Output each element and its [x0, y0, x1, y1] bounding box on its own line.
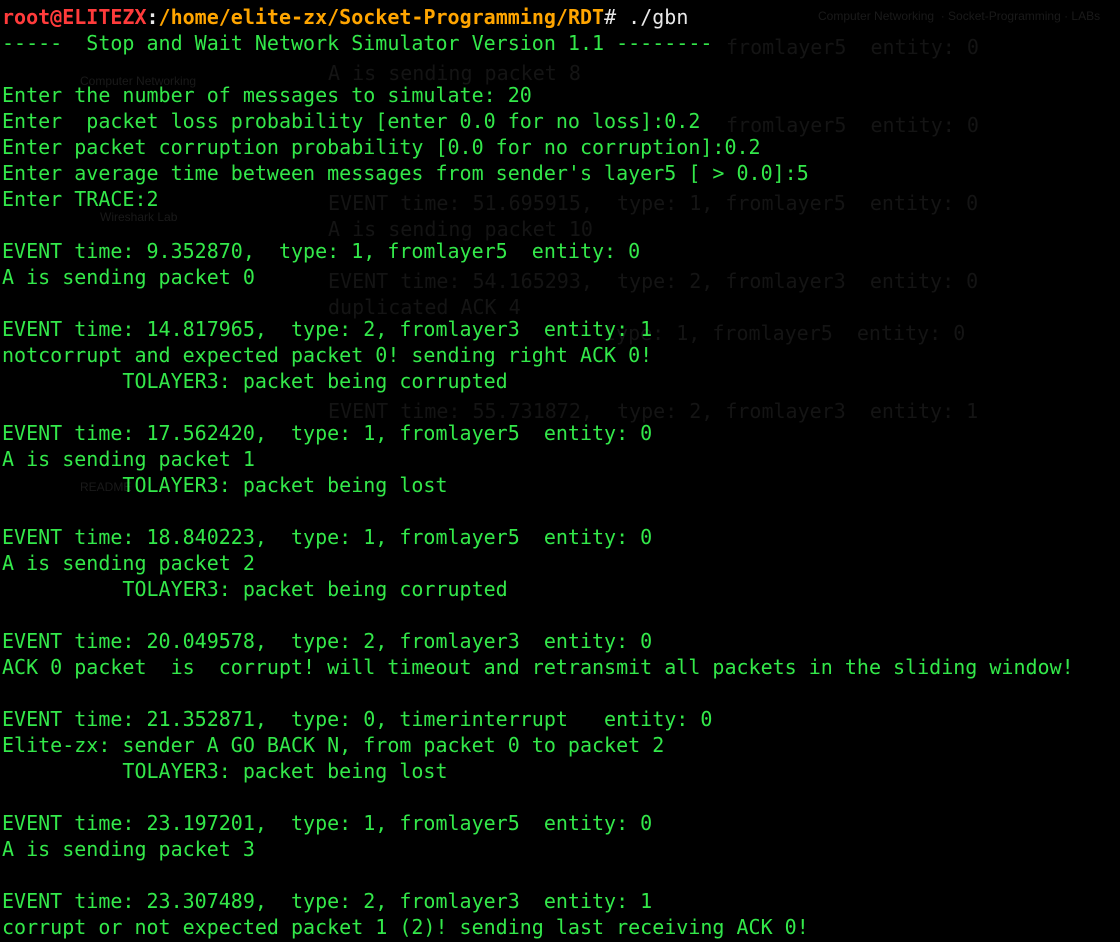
output-line: Enter the number of messages to simulate… [2, 83, 532, 107]
output-line: TOLAYER3: packet being corrupted [2, 577, 508, 601]
output-line: EVENT time: 17.562420, type: 1, fromlaye… [2, 421, 653, 445]
output-line: notcorrupt and expected packet 0! sendin… [2, 343, 653, 367]
output-line: A is sending packet 2 [2, 551, 255, 575]
prompt-separator: : [146, 5, 159, 29]
output-line: Enter packet loss probability [enter 0.0… [2, 109, 701, 133]
output-line: TOLAYER3: packet being lost [2, 473, 448, 497]
output-line: corrupt or not expected packet 1 (2)! se… [2, 915, 809, 939]
output-line: TOLAYER3: packet being lost [2, 759, 448, 783]
prompt-line: root@ELITEZX:/home/elite-zx/Socket-Progr… [2, 4, 1118, 30]
output-line: Enter packet corruption probability [0.0… [2, 135, 761, 159]
terminal-window[interactable]: Computer Networking · Socket-Programming… [0, 0, 1120, 942]
output-line: EVENT time: 21.352871, type: 0, timerint… [2, 707, 713, 731]
prompt-working-directory: /home/elite-zx/Socket-Programming/RDT [158, 5, 605, 29]
output-line: EVENT time: 23.307489, type: 2, fromlaye… [2, 889, 653, 913]
prompt-symbol: # [604, 5, 629, 29]
output-line: Enter TRACE:2 [2, 187, 159, 211]
output-line: EVENT time: 23.197201, type: 1, fromlaye… [2, 811, 653, 835]
output-line: EVENT time: 14.817965, type: 2, fromlaye… [2, 317, 653, 341]
output-line: ----- Stop and Wait Network Simulator Ve… [2, 31, 713, 55]
terminal-output: root@ELITEZX:/home/elite-zx/Socket-Progr… [2, 4, 1118, 940]
output-line: A is sending packet 0 [2, 265, 255, 289]
simulator-output: ----- Stop and Wait Network Simulator Ve… [2, 30, 1118, 940]
output-line: EVENT time: 20.049578, type: 2, fromlaye… [2, 629, 653, 653]
output-line: A is sending packet 3 [2, 837, 255, 861]
output-line: TOLAYER3: packet being corrupted [2, 369, 508, 393]
output-line: EVENT time: 18.840223, type: 1, fromlaye… [2, 525, 653, 549]
output-line: Elite-zx: sender A GO BACK N, from packe… [2, 733, 665, 757]
output-line: Enter average time between messages from… [2, 161, 809, 185]
output-line: ACK 0 packet is corrupt! will timeout an… [2, 655, 1074, 679]
prompt-command: ./gbn [628, 5, 689, 29]
output-line: A is sending packet 1 [2, 447, 255, 471]
output-line: EVENT time: 9.352870, type: 1, fromlayer… [2, 239, 641, 263]
prompt-user-host: root@ELITEZX [2, 5, 147, 29]
